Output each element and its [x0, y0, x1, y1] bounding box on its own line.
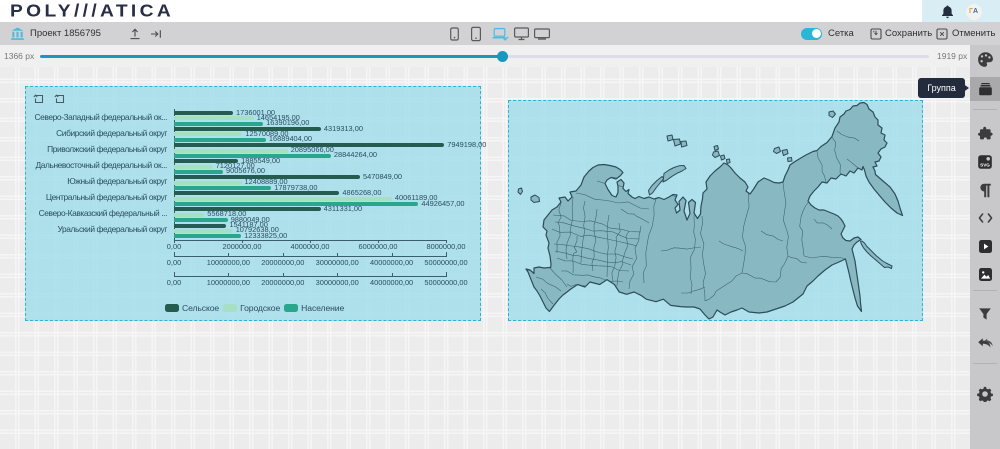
- svg-text:SVG: SVG: [980, 162, 990, 167]
